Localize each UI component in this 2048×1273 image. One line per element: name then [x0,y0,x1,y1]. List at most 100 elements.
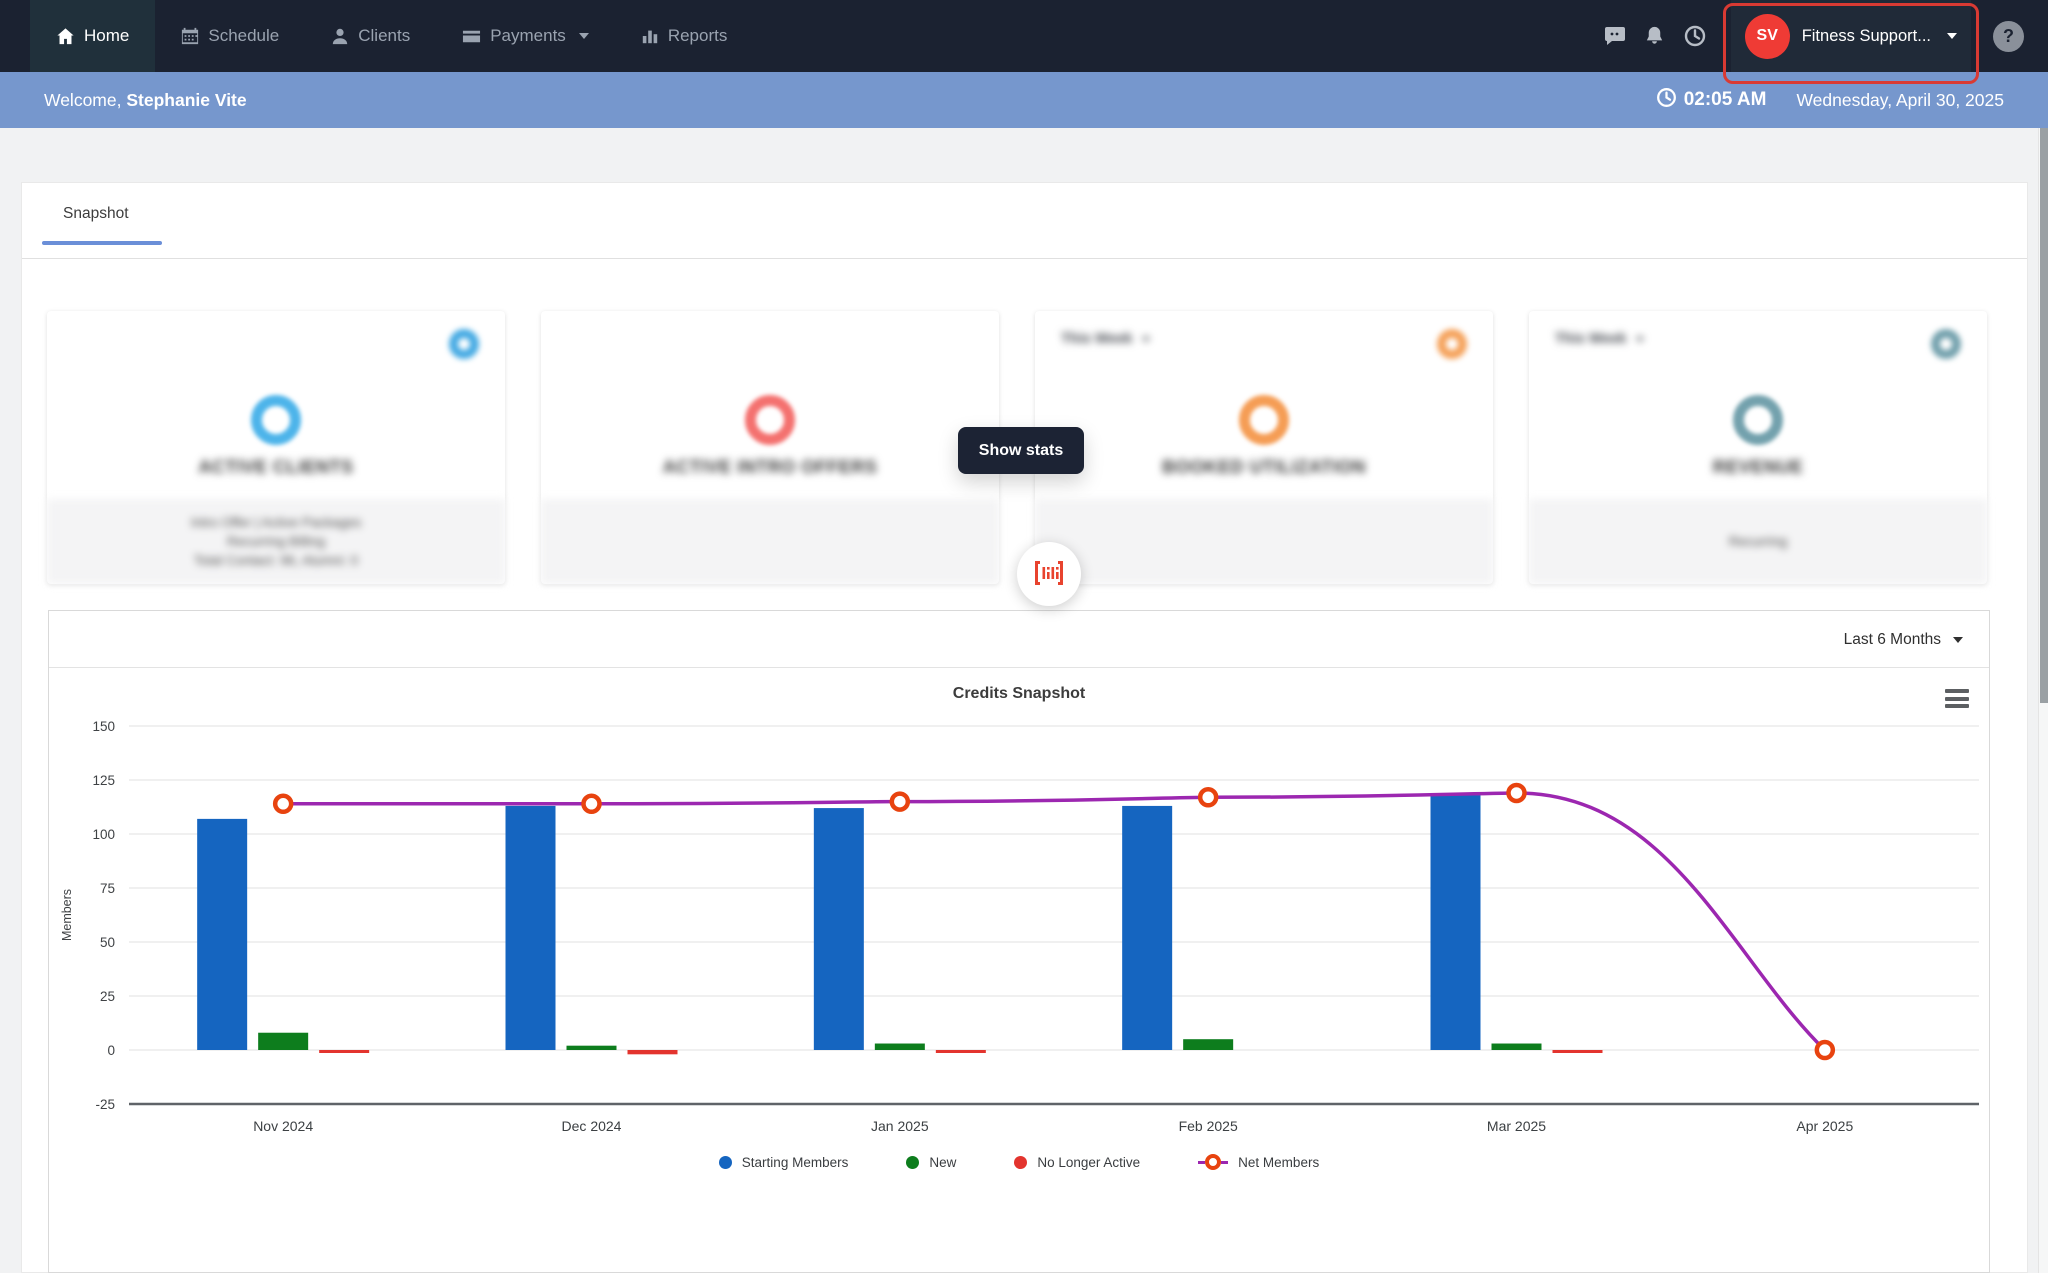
svg-text:Jan 2025: Jan 2025 [871,1118,929,1134]
tab-strip: Snapshot [22,183,2027,259]
credits-snapshot-chart: 150 125 100 75 50 25 0 -25 Members Nov 2024 Dec 20… [60,719,1979,1134]
stat-period-dropdown[interactable]: This Week [1061,331,1151,347]
calendar-icon [181,27,199,45]
tab-snapshot[interactable]: Snapshot [42,183,150,259]
top-navbar: Home Schedule Payments Clients Payments … [0,0,2048,84]
date-range-dropdown[interactable]: Last 6 Months [1844,611,1963,668]
loading-ring-icon [1733,395,1783,445]
legend-label: No Longer Active [1037,1154,1141,1170]
svg-text:Nov 2024: Nov 2024 [253,1118,313,1134]
stat-footer-line: Total Contact: 96, Alumni: 0 [193,553,359,568]
svg-text:75: 75 [100,881,115,896]
welcome-prefix: Welcome, [44,89,127,110]
info-icon[interactable] [1437,329,1467,359]
nav-item-schedule[interactable]: Schedule [155,0,305,72]
chevron-down-icon [1142,336,1151,342]
credit-card-icon [462,27,481,46]
svg-text:Apr 2025: Apr 2025 [1796,1118,1853,1134]
stat-card-footer [1035,499,1493,584]
help-icon[interactable]: ? [1993,20,2024,52]
nav-item-label: Payments [490,26,566,45]
bar-chart-icon [641,27,659,45]
barcode-scan-button[interactable] [1017,542,1081,606]
legend-dot-icon [906,1155,920,1169]
legend-dot-icon [718,1155,732,1169]
stat-card-title: ACTIVE INTRO OFFERS [662,457,878,477]
stat-period-dropdown[interactable]: This Week [1555,331,1645,347]
stat-card-top: ACTIVE INTRO OFFERS [541,311,999,499]
nav-item-clients[interactable]: Payments Clients [305,0,436,72]
current-time: 02:05 AM [1656,87,1766,114]
account-menu[interactable]: SV Fitness Support... [1722,0,1979,84]
stat-footer-line: Intro Offer | Active Packages [190,515,362,530]
stat-period-label: This Week [1061,331,1133,347]
history-clock-icon[interactable] [1675,0,1715,72]
stat-card-title: BOOKED UTILIZATION [1162,457,1366,477]
dashboard-screen: Home Schedule Payments Clients Payments … [0,0,2048,1273]
legend-line-marker-icon [1198,1154,1229,1170]
nav-item-label: Home [84,26,130,45]
svg-text:50: 50 [100,935,115,950]
welcome-message: Welcome, Stephanie Vite [44,90,247,111]
loading-ring-icon [251,395,301,445]
stat-card-footer: Intro Offer | Active Packages Recurring B… [47,499,505,584]
nav-item-home[interactable]: Home [30,0,156,72]
svg-text:Dec 2024: Dec 2024 [562,1118,622,1134]
nav-menu: Home Schedule Payments Clients Payments … [0,0,753,72]
tab-active-underline [42,241,162,245]
stat-card: This Week BOOKED UTILIZATION [1035,311,1493,584]
welcome-right: 02:05 AM Wednesday, April 30, 2025 [1656,87,2004,114]
nav-item-label: Clients [358,26,411,45]
chevron-down-icon [1636,336,1645,342]
credits-snapshot-panel: Last 6 Months Credits Snapshot 150 125 100… [48,610,1990,1273]
stat-card-title: REVENUE [1712,457,1804,477]
stat-card: ACTIVE CLIENTS Intro Offer | Active Packa… [47,311,505,584]
legend-item: Net Members [1198,1154,1319,1170]
scrollbar-track[interactable] [2038,128,2048,1273]
legend-dot-icon [1014,1155,1028,1169]
legend-item: No Longer Active [1014,1155,1140,1170]
barcode-scan-icon [1032,558,1066,591]
chevron-down-icon [1953,636,1963,643]
stat-card-top: This Week BOOKED UTILIZATION [1035,311,1493,499]
nav-right-cluster: SV Fitness Support... ? [1595,0,2024,84]
notifications-bell-icon[interactable] [1635,0,1675,72]
current-date: Wednesday, April 30, 2025 [1796,89,2004,110]
svg-text:-25: -25 [95,1097,115,1112]
stat-period-label: This Week [1555,331,1627,347]
chevron-down-icon [1947,33,1957,39]
legend-item: New [906,1155,956,1170]
svg-text:Feb 2025: Feb 2025 [1179,1118,1238,1134]
chart-legend: Starting Members New No Longer Active Net M… [49,1154,1989,1170]
stat-card: This Week REVENUE Recurring [1529,311,1987,584]
legend-label: Starting Members [741,1154,849,1170]
stat-footer-line: Recurring Billing [226,534,326,549]
date-range-value: Last 6 Months [1843,630,1941,648]
user-name: Stephanie Vite [126,89,247,110]
info-icon[interactable] [449,329,479,359]
nav-item-label: Reports [667,26,728,45]
nav-item-reports[interactable]: Reports [615,0,754,72]
loading-ring-icon [745,395,795,445]
account-name: Fitness Support... [1801,26,1931,45]
person-icon [331,27,349,45]
svg-text:Mar 2025: Mar 2025 [1487,1118,1546,1134]
avatar: SV [1744,13,1790,59]
svg-text:150: 150 [92,719,115,734]
info-icon[interactable] [1931,329,1961,359]
stat-card: ACTIVE INTRO OFFERS [541,311,999,584]
nav-item-payments[interactable]: Payments [436,0,615,72]
stat-footer-line: Recurring [1728,534,1788,549]
chevron-down-icon [578,33,589,39]
stat-card-footer [541,499,999,584]
scrollbar-thumb[interactable] [2040,128,2048,703]
legend-label: Net Members [1238,1154,1320,1170]
legend-label: New [929,1154,957,1170]
clock-icon [1656,87,1677,114]
show-stats-button[interactable]: Show stats [958,427,1084,474]
stat-card-footer: Recurring [1529,499,1987,584]
svg-text:Members: Members [60,889,74,941]
welcome-bar: Welcome, Stephanie Vite 02:05 AM Wednesd… [0,72,2048,128]
chat-icon[interactable] [1595,0,1635,72]
svg-text:100: 100 [92,827,115,842]
